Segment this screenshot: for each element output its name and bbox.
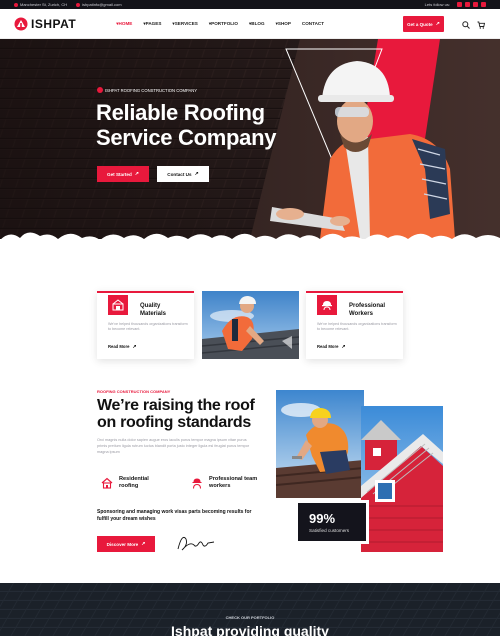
menu-item-home[interactable]: ▾HOME xyxy=(116,21,132,27)
get-started-button[interactable]: Get Started ↗ xyxy=(97,166,149,182)
address-text: Manchester St, Zurich, CH xyxy=(20,2,68,7)
search-icon[interactable] xyxy=(462,21,470,29)
about-title: We’re raising the roof on roofing standa… xyxy=(97,397,255,431)
stat-value: 99% xyxy=(309,511,336,526)
main-navbar: ISHPAT ▾HOME ▾PAGES ▾SERVICES ▾PORTFOLIO… xyxy=(0,9,500,39)
arrow-icon: ↗ xyxy=(435,21,440,27)
service-card-materials: Quality Materials We've helped thousands… xyxy=(97,291,194,359)
youtube-icon[interactable] xyxy=(481,2,486,7)
card-title: Professional Workers xyxy=(349,303,386,317)
menu-item-contact[interactable]: CONTACT xyxy=(302,21,324,27)
about-text: Orci magnis nulla dolor sapien augue ero… xyxy=(97,438,250,454)
logo-icon xyxy=(14,17,28,30)
feature-label: Professional team workers xyxy=(209,476,258,489)
instagram-icon[interactable] xyxy=(465,2,470,7)
menu-item-pages[interactable]: ▾PAGES xyxy=(143,21,161,27)
card-text: We've helped thousands organizations tra… xyxy=(317,322,397,331)
main-menu: ▾HOME ▾PAGES ▾SERVICES ▾PORTFOLIO ▾BLOG … xyxy=(116,21,335,27)
email-info[interactable]: ishpatinfo@gmail.com xyxy=(76,2,122,7)
logo-text: ISHPAT xyxy=(31,16,77,31)
arrow-icon: ↗ xyxy=(132,344,137,350)
address-info: Manchester St, Zurich, CH xyxy=(14,2,67,7)
tag-icon xyxy=(97,87,103,93)
read-more-link[interactable]: Read More ↗ xyxy=(108,344,137,350)
hero-tag-text: ISHPAT ROOFING CONSTRUCTION COMPANY xyxy=(105,87,198,93)
roofer-image xyxy=(202,291,299,359)
contact-us-button[interactable]: Contact Us ↗ xyxy=(157,166,209,182)
about-image-roofer xyxy=(276,390,364,498)
top-info-bar: Manchester St, Zurich, CH ishpatinfo@gma… xyxy=(0,0,500,9)
menu-item-portfolio[interactable]: ▾PORTFOLIO xyxy=(209,21,238,27)
twitter-icon[interactable] xyxy=(473,2,478,7)
hero-title: Reliable Roofing Service Company xyxy=(96,100,277,150)
feature-residential: Residential roofing xyxy=(101,476,157,489)
page: Manchester St, Zurich, CH ishpatinfo@gma… xyxy=(0,0,500,636)
menu-item-blog[interactable]: ▾BLOG xyxy=(249,21,265,27)
hero-tag: ISHPAT ROOFING CONSTRUCTION COMPANY xyxy=(97,87,197,93)
service-card-workers: Professional Workers We've helped thousa… xyxy=(306,291,403,359)
hero-cloud-divider xyxy=(0,232,500,256)
arrow-icon: ↗ xyxy=(341,344,346,350)
arrow-icon: ↗ xyxy=(194,171,199,177)
signature-image xyxy=(177,536,215,551)
about-image-house xyxy=(361,406,443,552)
get-quote-button[interactable]: Get a Quote ↗ xyxy=(403,16,444,32)
feature-label: Residential roofing xyxy=(119,476,149,489)
cart-icon[interactable] xyxy=(477,21,485,29)
about-subtitle: Sponsoring and managing work visas parts… xyxy=(97,509,252,522)
facebook-icon[interactable] xyxy=(457,2,462,7)
follow-label: Lets follow us: xyxy=(424,2,450,7)
materials-icon xyxy=(108,295,128,315)
read-more-link[interactable]: Read More ↗ xyxy=(317,344,346,350)
arrow-icon: ↗ xyxy=(141,541,146,547)
location-icon xyxy=(14,2,18,7)
menu-item-services[interactable]: ▾SERVICES xyxy=(172,21,197,27)
hero-section: ISHPAT ROOFING CONSTRUCTION COMPANY Reli… xyxy=(0,39,500,239)
workers-icon xyxy=(317,295,337,315)
discover-more-button[interactable]: Discover More ↗ xyxy=(97,536,155,552)
card-title: Quality Materials xyxy=(140,303,167,317)
email-text[interactable]: ishpatinfo@gmail.com xyxy=(82,2,121,7)
feature-team: Professional team workers xyxy=(191,476,259,489)
worker-icon xyxy=(192,478,202,489)
satisfaction-stat: 99% Satisfied customers xyxy=(295,500,369,544)
arrow-icon: ↗ xyxy=(134,171,139,177)
card-accent xyxy=(97,291,194,293)
house-icon xyxy=(101,477,113,489)
logo[interactable]: ISHPAT xyxy=(14,17,76,31)
portfolio-tag: CHECK OUR PORTFOLIO xyxy=(225,615,275,620)
about-tag: ROOFING CONSTRUCTION COMPANY xyxy=(97,389,171,394)
portfolio-section: CHECK OUR PORTFOLIO Ishpat providing qua… xyxy=(0,583,500,636)
menu-item-shop[interactable]: ▾SHOP xyxy=(276,21,291,27)
portfolio-title: Ishpat providing quality xyxy=(171,623,329,636)
mail-icon xyxy=(76,2,81,7)
card-accent xyxy=(306,291,403,293)
stat-label: Satisfied customers xyxy=(309,528,350,533)
card-text: We've helped thousands organizations tra… xyxy=(108,322,188,331)
